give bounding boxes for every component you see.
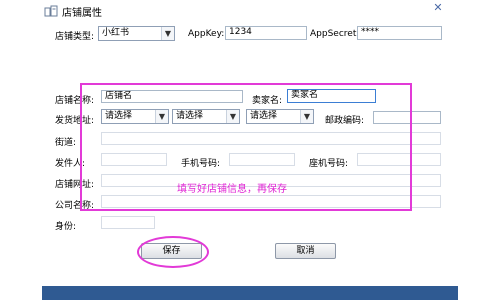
- annotation-save-circle: [137, 236, 209, 268]
- store-type-label: 店铺类型:: [55, 32, 95, 42]
- appkey-label: AppKey:: [188, 29, 225, 39]
- annotation-text: 填写好店铺信息，再保存: [177, 184, 287, 195]
- cancel-button-label: 取消: [296, 246, 315, 256]
- appsecret-label: AppSecret:: [310, 29, 360, 39]
- appsecret-input[interactable]: ****: [357, 26, 442, 40]
- cancel-button[interactable]: 取消: [275, 243, 336, 259]
- chevron-down-icon: ▼: [161, 27, 174, 40]
- close-icon: ✕: [433, 1, 443, 14]
- store-type-value: 小红书: [102, 28, 130, 38]
- store-window-icon: [44, 5, 58, 17]
- identity-label: 身份:: [55, 222, 77, 232]
- bottom-bar: [42, 286, 458, 300]
- close-button[interactable]: ✕: [426, 1, 450, 15]
- window-title: 店铺属性: [62, 8, 102, 19]
- appkey-input[interactable]: 1234: [225, 26, 307, 40]
- street-label: 街道:: [55, 138, 77, 148]
- title-bar: 店铺属性 ✕: [0, 0, 500, 22]
- identity-input[interactable]: [101, 216, 155, 229]
- store-properties-dialog: 店铺属性 ✕ 店铺类型: 小红书 ▼ AppKey: 1234 AppSecre…: [0, 0, 500, 300]
- store-type-select[interactable]: 小红书 ▼: [98, 26, 175, 41]
